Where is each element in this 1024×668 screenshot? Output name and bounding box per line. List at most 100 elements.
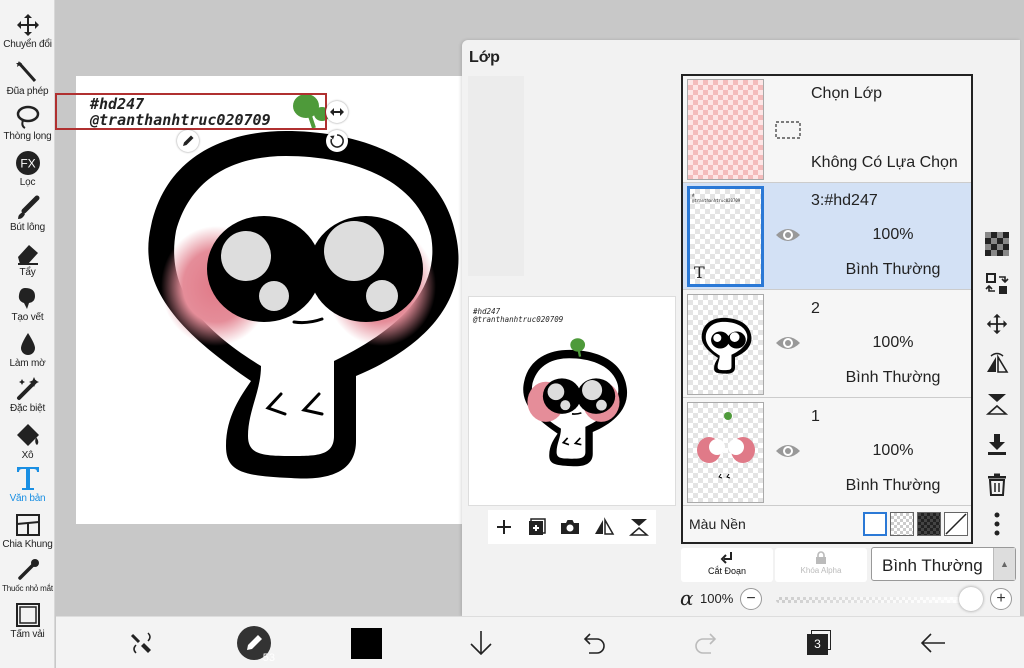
flip-layer-v-button[interactable] bbox=[983, 390, 1011, 418]
flip-layer-h-button[interactable] bbox=[983, 350, 1011, 378]
add-image-layer-icon[interactable] bbox=[527, 517, 547, 537]
flip-vertical-icon[interactable] bbox=[628, 517, 650, 537]
move-layer-button[interactable] bbox=[983, 310, 1011, 338]
opacity-increase-button[interactable]: + bbox=[990, 588, 1012, 610]
visibility-eye-icon[interactable] bbox=[775, 226, 801, 244]
layer-side-tools bbox=[977, 194, 1017, 544]
blur-drop-icon bbox=[20, 333, 35, 355]
redo-button[interactable] bbox=[690, 625, 724, 661]
layer-2-thumb-art bbox=[701, 317, 752, 374]
tool-label: Chia Khung bbox=[2, 539, 53, 550]
lasso-icon bbox=[16, 105, 39, 129]
opacity-decrease-button[interactable]: − bbox=[740, 588, 762, 610]
eraser-icon bbox=[17, 245, 38, 265]
tool-smudge[interactable]: Tạo vết bbox=[0, 285, 55, 323]
tool-text[interactable]: Văn bản bbox=[0, 464, 55, 504]
undo-button[interactable] bbox=[576, 625, 610, 661]
layer-1-thumbnail bbox=[687, 402, 764, 503]
fx-filter-icon: FX bbox=[15, 151, 40, 175]
alpha-symbol: α bbox=[680, 586, 694, 610]
bg-swatch-transparent[interactable] bbox=[890, 512, 914, 536]
alpha-lock-label: Khóa Alpha bbox=[800, 566, 842, 575]
tool-filter[interactable]: FX Lọc bbox=[0, 150, 55, 188]
opacity-slider-knob[interactable] bbox=[959, 587, 983, 611]
layers-stack-icon: 3 bbox=[807, 630, 833, 656]
merge-down-icon bbox=[988, 434, 1006, 455]
bg-swatch-white[interactable] bbox=[863, 512, 887, 536]
tool-eyedropper[interactable]: Thuốc nhỏ mắt bbox=[0, 557, 55, 593]
rotate-handle[interactable] bbox=[326, 130, 348, 152]
flip-horizontal-icon[interactable] bbox=[593, 517, 615, 537]
download-button[interactable] bbox=[464, 625, 498, 661]
layer-row-3[interactable]: # @tranthanhtruc020709 T 3:#hd247 100% Bì… bbox=[683, 183, 971, 290]
selection-status: Không Có Lựa Chọn bbox=[811, 154, 958, 171]
clip-arrow-icon bbox=[720, 552, 732, 564]
tool-lasso[interactable]: Thòng lọng bbox=[0, 104, 55, 142]
clipping-button[interactable]: Cắt Đoạn bbox=[681, 548, 773, 582]
tool-blur[interactable]: Làm mờ bbox=[0, 331, 55, 369]
layer-panel: Lớp #hd247 @tranthanhtruc020709 Chọn Lớp… bbox=[462, 40, 1020, 616]
layer-row-2[interactable]: 2 100% Bình Thường bbox=[683, 291, 971, 398]
tool-eraser[interactable]: Tẩy bbox=[0, 240, 55, 278]
brush-size-button[interactable]: 53 bbox=[234, 625, 275, 664]
selection-layer-thumbnail bbox=[687, 79, 764, 180]
layer-3-thumbnail: # @tranthanhtruc020709 T bbox=[687, 186, 764, 287]
current-color-swatch bbox=[350, 627, 382, 659]
layer-row-1[interactable]: 1 100% Bình Thường bbox=[683, 399, 971, 506]
tool-label: Tạo vết bbox=[11, 312, 44, 323]
smudge-icon bbox=[18, 288, 35, 309]
left-toolbar: Chuyển đổi Đũa phép Thòng lọng FX Lọc Bú… bbox=[0, 0, 55, 668]
arrow-down-icon bbox=[470, 631, 492, 656]
tool-magic-wand[interactable]: Đũa phép bbox=[0, 59, 55, 97]
layer-name: 2 bbox=[811, 300, 820, 317]
layer-swap-button[interactable] bbox=[983, 270, 1011, 298]
canvas-text-line2[interactable]: @tranthanhtruc020709 bbox=[90, 111, 271, 129]
layers-button[interactable]: 3 bbox=[803, 625, 837, 661]
add-layer-icon[interactable] bbox=[494, 517, 514, 537]
visibility-eye-icon[interactable] bbox=[775, 442, 801, 460]
tool-special[interactable]: Đặc biệt bbox=[0, 376, 55, 414]
clipping-label: Cắt Đoạn bbox=[707, 566, 747, 576]
tool-label: Đũa phép bbox=[6, 86, 49, 97]
color-picker-button[interactable] bbox=[349, 625, 383, 661]
tool-canvas[interactable]: Tấm vải bbox=[0, 602, 55, 640]
pencil-icon bbox=[247, 635, 262, 650]
preview-artwork bbox=[523, 338, 628, 467]
blend-mode-select[interactable]: Bình Thường ▲ bbox=[871, 547, 1016, 581]
more-options-button[interactable] bbox=[983, 510, 1011, 538]
back-button[interactable] bbox=[916, 625, 950, 661]
alpha-lock-button[interactable]: Khóa Alpha bbox=[775, 548, 867, 582]
opacity-slider[interactable] bbox=[776, 597, 974, 603]
panel-title: Lớp bbox=[469, 49, 500, 66]
preview-text-line2: @tranthanhtruc020709 bbox=[473, 315, 564, 324]
transparency-checker-button[interactable] bbox=[983, 230, 1011, 258]
move-arrows-icon bbox=[986, 313, 1008, 335]
tool-label: Thòng lọng bbox=[3, 131, 52, 142]
visibility-eye-icon[interactable] bbox=[775, 334, 801, 352]
layer-opacity: 100% bbox=[872, 226, 914, 243]
tool-transform[interactable]: Chuyển đổi bbox=[0, 12, 55, 50]
selection-layer-row[interactable]: Chọn Lớp Không Có Lựa Chọn bbox=[683, 76, 971, 183]
camera-icon[interactable] bbox=[559, 517, 581, 537]
layer-name: 3:#hd247 bbox=[811, 192, 878, 209]
quick-switch-button[interactable] bbox=[124, 625, 160, 661]
merge-down-button[interactable] bbox=[983, 430, 1011, 458]
tool-frame-divider[interactable]: Chia Khung bbox=[0, 512, 55, 550]
canvas-preview[interactable] bbox=[468, 296, 676, 506]
bg-swatch-none[interactable] bbox=[944, 512, 968, 536]
character-artwork bbox=[148, 131, 459, 479]
edit-text-handle[interactable] bbox=[177, 130, 199, 152]
tool-bucket[interactable]: Xô bbox=[0, 421, 55, 461]
canvas-icon bbox=[15, 603, 40, 627]
flip-horizontal-icon bbox=[987, 352, 1009, 373]
frame-divider-icon bbox=[15, 514, 40, 536]
magic-wand-icon bbox=[15, 61, 36, 82]
tool-label: Bút lông bbox=[9, 222, 46, 233]
delete-layer-button[interactable] bbox=[983, 470, 1011, 498]
resize-handle[interactable] bbox=[326, 101, 348, 123]
no-background-icon bbox=[945, 513, 967, 535]
tool-brush[interactable]: Bút lông bbox=[0, 195, 55, 233]
layer-actions-bar bbox=[488, 510, 656, 544]
tool-label: Văn bản bbox=[9, 493, 46, 504]
bg-swatch-dark[interactable] bbox=[917, 512, 941, 536]
